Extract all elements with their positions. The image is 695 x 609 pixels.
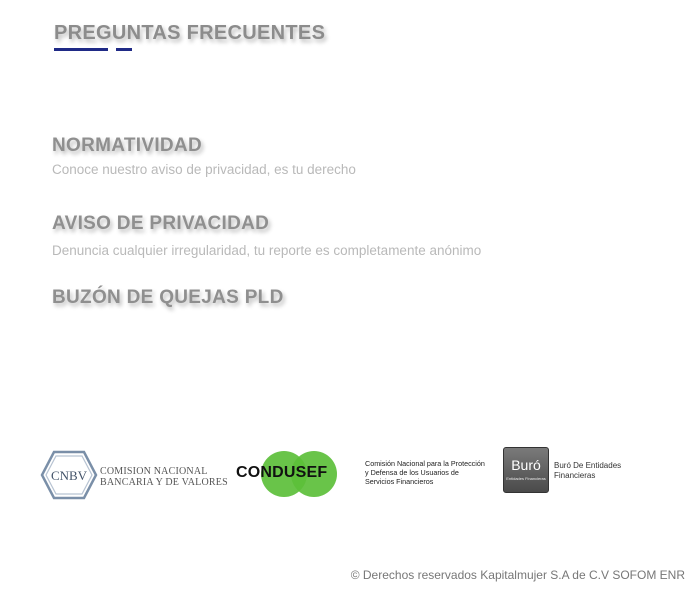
cnbv-name-line1: COMISION NACIONAL (100, 466, 208, 477)
condusef-mark: CONDUSEF (236, 464, 328, 481)
buro-name-line1: Buró De Entidades (554, 461, 622, 470)
condusef-name: Comisión Nacional para la Protección y D… (365, 459, 505, 486)
faq-title: PREGUNTAS FRECUENTES (54, 22, 326, 44)
cnbv-mark: CNBV (51, 468, 88, 483)
buro-name: Buró De Entidades Financieras (554, 461, 630, 481)
normatividad-link[interactable]: NORMATIVIDAD (52, 135, 202, 157)
copyright-notice: © Derechos reservados Kapitalmujer S.A d… (350, 568, 685, 582)
buzon-de-quejas-link[interactable]: BUZÓN DE QUEJAS PLD (52, 287, 284, 309)
condusef-name-line2: y Defensa de los Usuarios de (365, 468, 459, 477)
cnbv-name-line2: BANCARIA Y DE VALORES (100, 477, 228, 488)
buro-mark: Buró (511, 457, 541, 473)
buro-logo[interactable]: Buró Entidades Financieras Buró De Entid… (503, 447, 633, 493)
buro-name-line2: Financieras (554, 471, 596, 480)
condusef-name-line1: Comisión Nacional para la Protección (365, 459, 485, 468)
aviso-de-privacidad-link[interactable]: AVISO DE PRIVACIDAD (52, 213, 269, 235)
cnbv-name: COMISION NACIONAL BANCARIA Y DE VALORES (100, 466, 228, 488)
normatividad-description: Conoce nuestro aviso de privacidad, es t… (52, 162, 356, 177)
buro-badge-icon: Buró Entidades Financieras (503, 447, 549, 493)
title-underline (54, 48, 108, 51)
title-underline-accent (116, 48, 132, 51)
cnbv-hexagon-icon: CNBV (40, 450, 98, 500)
regulator-logos: CNBV COMISION NACIONAL BANCARIA Y DE VAL… (0, 447, 695, 503)
condusef-name-line3: Servicios Financieros (365, 477, 434, 486)
condusef-logo[interactable]: CONDUSEF Comisión Nacional para la Prote… (236, 448, 506, 500)
cnbv-logo[interactable]: CNBV COMISION NACIONAL BANCARIA Y DE VAL… (40, 450, 230, 500)
aviso-de-privacidad-description: Denuncia cualquier irregularidad, tu rep… (52, 243, 482, 258)
buro-mark-sub: Entidades Financieras (506, 476, 546, 481)
